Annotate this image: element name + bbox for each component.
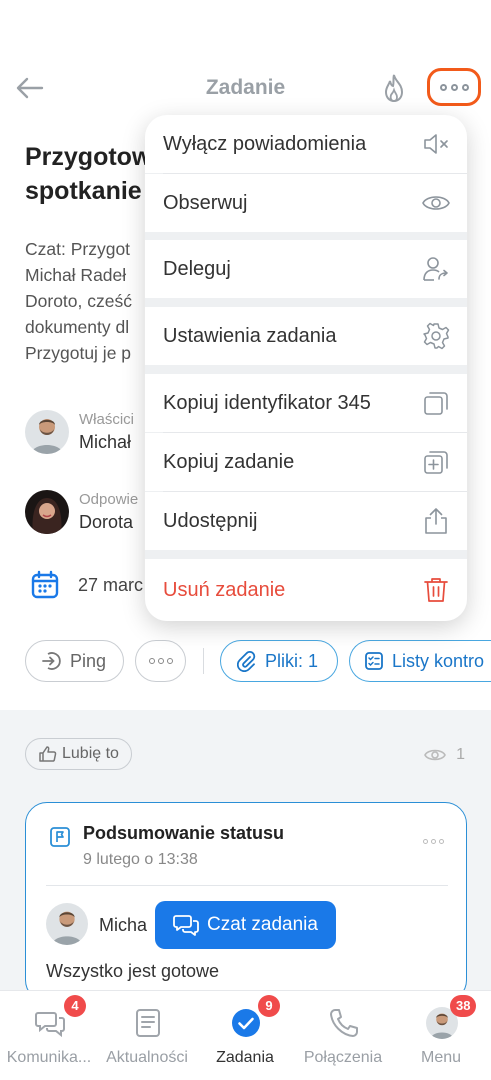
checklist-icon — [365, 652, 383, 670]
responsible-role-label: Odpowie — [79, 491, 139, 508]
calendar-icon — [31, 570, 59, 599]
options-menu: Wyłącz powiadomienia Obserwuj Deleguj Us… — [145, 115, 467, 621]
divider — [203, 648, 204, 674]
ping-button[interactable]: Ping — [25, 640, 124, 682]
more-options-button[interactable] — [427, 68, 481, 106]
menu-item-delete-task[interactable]: Usuń zadanie — [145, 559, 467, 621]
menu-item-task-settings[interactable]: Ustawienia zadania — [145, 307, 467, 365]
views-counter: 1 — [424, 746, 465, 764]
card-title: Podsumowanie statusu — [83, 823, 285, 843]
messenger-badge: 4 — [64, 995, 86, 1017]
flag-icon — [50, 827, 70, 847]
chat-icon — [173, 915, 199, 936]
nav-menu[interactable]: 38 Menu — [392, 991, 490, 1080]
trash-icon — [424, 578, 448, 602]
eye-icon — [424, 749, 446, 761]
files-button[interactable]: Pliki: 1 — [220, 640, 338, 682]
phone-icon — [330, 1009, 358, 1037]
menu-item-copy-task[interactable]: Kopiuj zadanie — [145, 433, 467, 491]
chat-bubbles-icon — [35, 1012, 65, 1038]
nav-label: Menu — [420, 1049, 462, 1066]
files-label: Pliki: 1 — [265, 650, 319, 671]
views-count: 1 — [456, 746, 465, 763]
menu-item-label: Ustawienia zadania — [163, 324, 337, 347]
menu-item-share[interactable]: Udostępnij — [145, 492, 467, 550]
tasks-badge: 9 — [258, 995, 280, 1017]
task-chat-label: Czat zadania — [207, 914, 318, 935]
nav-tasks[interactable]: 9 Zadania — [196, 991, 294, 1080]
eye-icon — [422, 196, 450, 210]
more-actions-button[interactable] — [135, 640, 186, 682]
ping-label: Ping — [70, 650, 107, 671]
deadline-row[interactable]: 27 marc — [30, 570, 143, 600]
avatar — [46, 903, 88, 945]
nav-label: Komunika... — [6, 1049, 92, 1066]
responsible-row[interactable]: Odpowie Dorota — [25, 490, 138, 534]
menu-item-label: Obserwuj — [163, 191, 248, 214]
page-title: Zadanie — [205, 76, 286, 99]
menu-item-label: Kopiuj identyfikator 345 — [163, 391, 371, 414]
owner-name: Michał — [79, 432, 132, 452]
paperclip-icon — [237, 650, 256, 672]
menu-item-mute-notifications[interactable]: Wyłącz powiadomienia — [145, 115, 467, 173]
like-label: Lubię to — [62, 745, 119, 762]
share-icon — [425, 508, 447, 534]
card-more-icon[interactable] — [423, 839, 444, 844]
avatar — [25, 410, 69, 454]
gear-icon — [423, 322, 450, 350]
delegate-icon — [423, 257, 448, 281]
card-date: 9 lutego o 13:38 — [83, 851, 198, 868]
news-icon — [136, 1009, 160, 1037]
menu-item-follow[interactable]: Obserwuj — [145, 174, 467, 232]
dot-icon — [439, 83, 447, 91]
menu-item-label: Wyłącz powiadomienia — [163, 132, 367, 155]
task-chat-button[interactable]: Czat zadania — [155, 901, 336, 949]
checklists-button[interactable]: Listy kontro — [349, 640, 491, 682]
check-circle-icon — [232, 1009, 260, 1037]
menu-item-copy-id[interactable]: Kopiuj identyfikator 345 — [145, 374, 467, 432]
thumbs-up-icon — [39, 746, 57, 762]
copy-icon — [424, 392, 448, 415]
nav-messenger[interactable]: 4 Komunika... — [0, 991, 98, 1080]
like-button[interactable]: Lubię to — [25, 738, 132, 770]
menu-item-label: Usuń zadanie — [163, 578, 286, 601]
dots-icon — [148, 658, 173, 664]
owner-row[interactable]: Właścici Michał — [25, 410, 134, 454]
nav-calls[interactable]: Połączenia — [294, 991, 392, 1080]
nav-label: Zadania — [216, 1049, 274, 1066]
owner-role-label: Właścici — [79, 411, 134, 428]
deadline-date: 27 marc — [78, 574, 144, 595]
menu-item-label: Udostępnij — [163, 509, 258, 532]
nav-label: Połączenia — [303, 1049, 383, 1066]
dot-icon — [461, 83, 469, 91]
menu-item-label: Kopiuj zadanie — [163, 450, 295, 473]
card-author: Micha — [99, 915, 148, 935]
dot-icon — [450, 83, 458, 91]
menu-item-delegate[interactable]: Deleguj — [145, 240, 467, 298]
divider — [46, 885, 448, 886]
ping-icon — [42, 652, 61, 670]
responsible-name: Dorota — [79, 512, 134, 532]
checklists-label: Listy kontro — [392, 650, 485, 671]
avatar — [25, 490, 69, 534]
flame-icon[interactable] — [380, 72, 408, 104]
copy-plus-icon — [424, 451, 448, 474]
top-bar: Zadanie — [0, 60, 491, 116]
menu-badge: 38 — [450, 995, 477, 1017]
nav-label: Aktualności — [106, 1049, 188, 1066]
bottom-navigation: 4 Komunika... Aktualności 9 Zadania Połą… — [0, 990, 491, 1080]
card-message: Wszystko jest gotowe — [46, 961, 220, 981]
mute-icon — [424, 134, 448, 154]
menu-item-label: Deleguj — [163, 257, 231, 280]
nav-news[interactable]: Aktualności — [98, 991, 196, 1080]
